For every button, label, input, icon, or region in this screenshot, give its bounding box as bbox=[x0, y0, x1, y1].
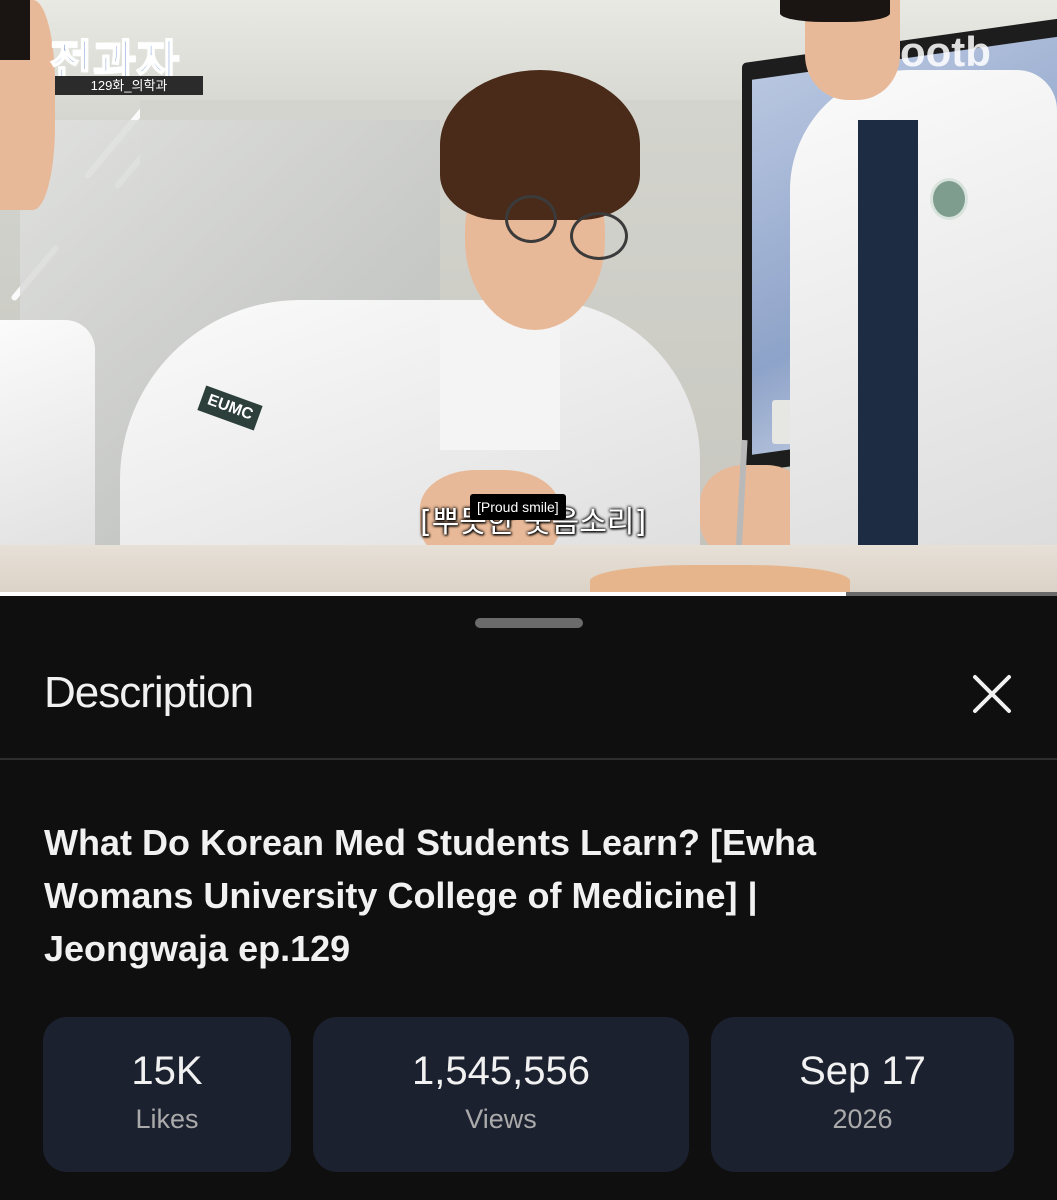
views-count: 1,545,556 bbox=[412, 1048, 590, 1093]
drag-handle[interactable] bbox=[475, 618, 583, 628]
video-table bbox=[0, 545, 1057, 596]
upload-year: 2026 bbox=[832, 1103, 893, 1134]
episode-tag: 129화_의학과 bbox=[55, 76, 203, 95]
left-person-hair bbox=[0, 0, 30, 60]
description-sheet: Description What Do Korean Med Students … bbox=[0, 596, 1057, 1200]
doctor-coat bbox=[790, 70, 1057, 560]
student-glasses-left bbox=[505, 195, 557, 243]
doctor-hair bbox=[780, 0, 890, 22]
video-title: What Do Korean Med Students Learn? [Ewha… bbox=[44, 822, 817, 969]
likes-stat: 15K Likes bbox=[43, 1017, 291, 1172]
sheet-title: Description bbox=[44, 668, 254, 717]
views-stat: 1,545,556 Views bbox=[313, 1017, 689, 1172]
closed-caption: [Proud smile] bbox=[470, 494, 566, 520]
close-icon bbox=[973, 675, 1011, 713]
likes-count: 15K bbox=[131, 1048, 203, 1093]
date-stat: Sep 17 2026 bbox=[711, 1017, 1014, 1172]
close-button[interactable] bbox=[964, 670, 1020, 718]
upload-date: Sep 17 bbox=[799, 1048, 926, 1093]
channel-watermark: ootb bbox=[900, 28, 991, 75]
views-label: Views bbox=[465, 1103, 537, 1134]
likes-label: Likes bbox=[135, 1103, 199, 1134]
video-player[interactable]: EUMC 전과자 129화_의학과 ootb [뿌듯한 웃음소리] [Proud… bbox=[0, 0, 1057, 596]
coat-emblem bbox=[930, 178, 968, 220]
doctor-scrubs bbox=[858, 120, 918, 550]
student-glasses-right bbox=[570, 212, 628, 260]
header-divider bbox=[0, 758, 1057, 760]
